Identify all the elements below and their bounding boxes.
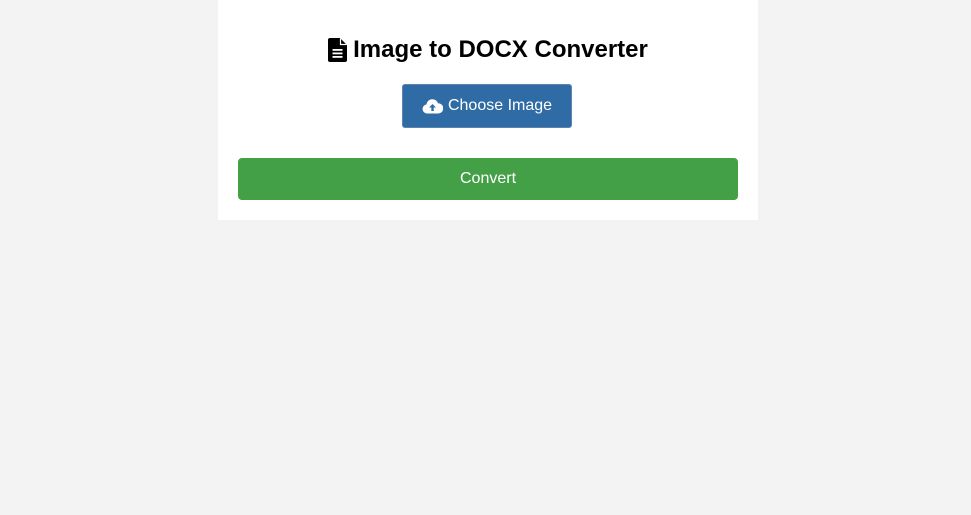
choose-image-button[interactable]: Choose Image — [402, 84, 572, 128]
convert-label: Convert — [459, 170, 517, 187]
choose-image-label: Choose Image — [447, 97, 553, 114]
cloud-upload-icon — [422, 98, 444, 114]
title-text: Image to DOCX Converter — [353, 36, 648, 63]
convert-button[interactable]: Convert — [238, 158, 738, 200]
page-title: Image to DOCX Converter — [218, 35, 758, 65]
converter-card: Image to DOCX Converter Choose Image Con… — [218, 0, 758, 220]
file-lines-icon — [328, 38, 348, 62]
